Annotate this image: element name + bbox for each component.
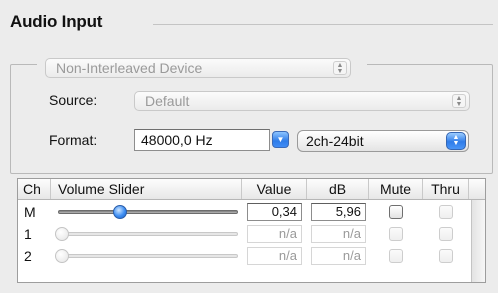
header-value[interactable]: Value [242, 179, 307, 199]
volume-slider-knob[interactable] [55, 249, 69, 263]
channel-name: 2 [24, 248, 32, 264]
header-volume-slider[interactable]: Volume Slider [51, 179, 242, 199]
value-field[interactable]: n/a [247, 225, 302, 243]
source-popup-value: Default [145, 93, 190, 109]
db-field[interactable]: n/a [311, 225, 366, 243]
mute-checkbox[interactable] [389, 227, 403, 241]
thru-checkbox[interactable] [439, 249, 453, 263]
volume-slider-knob[interactable] [55, 227, 69, 241]
channel-name: M [24, 204, 36, 220]
updown-arrows-icon: ▲ ▼ [333, 61, 347, 75]
title-divider [153, 24, 493, 25]
volume-slider-track[interactable] [58, 254, 238, 258]
header-mute[interactable]: Mute [369, 179, 423, 199]
source-popup[interactable]: Default ▲ ▼ [134, 91, 470, 111]
volume-slider-knob[interactable] [113, 205, 128, 219]
updown-arrows-icon: ▲ ▼ [452, 94, 466, 108]
volume-slider-track[interactable] [58, 210, 238, 214]
table-row: 1 n/a n/a [18, 223, 485, 245]
header-ch[interactable]: Ch [18, 179, 51, 199]
table-row: 2 n/a n/a [18, 245, 485, 267]
table-row: M 0,34 5,96 [18, 201, 485, 223]
device-popup[interactable]: Non-Interleaved Device ▲ ▼ [45, 58, 351, 78]
db-field[interactable]: 5,96 [311, 203, 366, 221]
mute-checkbox[interactable] [389, 249, 403, 263]
table-header: Ch Volume Slider Value dB Mute Thru [18, 179, 485, 200]
thru-checkbox[interactable] [439, 205, 453, 219]
sample-rate-dropdown-icon[interactable]: ▼ [272, 131, 289, 148]
updown-arrows-icon: ▲ ▼ [446, 132, 466, 150]
db-field[interactable]: n/a [311, 247, 366, 265]
vertical-scrollbar[interactable] [471, 200, 485, 282]
format-label: Format: [49, 132, 98, 148]
mute-checkbox[interactable] [389, 205, 403, 219]
bit-format-value: 2ch-24bit [306, 133, 364, 149]
device-popup-label: Non-Interleaved Device [56, 60, 203, 76]
channel-table: Ch Volume Slider Value dB Mute Thru M 0,3… [17, 178, 486, 283]
channel-name: 1 [24, 226, 32, 242]
sample-rate-field[interactable]: 48000,0 Hz [134, 129, 270, 151]
section-title: Audio Input [10, 12, 103, 31]
volume-slider-track[interactable] [58, 232, 238, 236]
header-thru[interactable]: Thru [423, 179, 469, 199]
header-db[interactable]: dB [307, 179, 369, 199]
source-label: Source: [49, 92, 98, 108]
input-settings-group [10, 64, 493, 174]
value-field[interactable]: n/a [247, 247, 302, 265]
value-field[interactable]: 0,34 [247, 203, 302, 221]
bit-format-popup[interactable]: 2ch-24bit ▲ ▼ [297, 130, 469, 152]
thru-checkbox[interactable] [439, 227, 453, 241]
